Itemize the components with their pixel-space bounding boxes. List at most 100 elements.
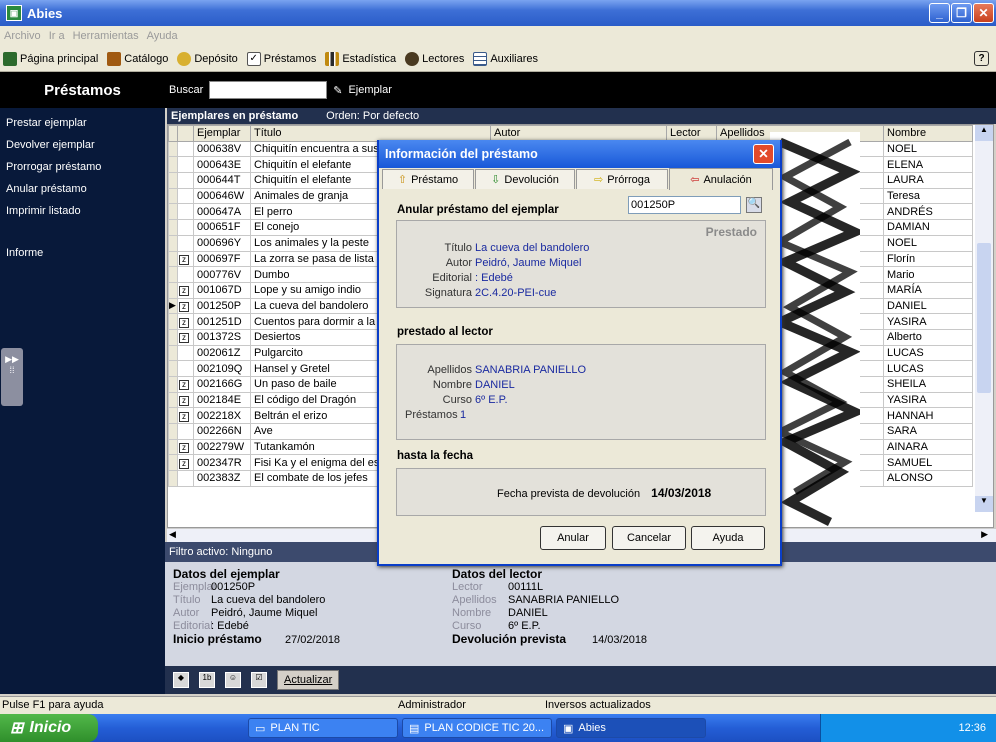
ejemplar-code-input[interactable] [628,196,741,214]
grid-order[interactable]: Orden: Por defecto [326,110,419,122]
cell-nombre: LUCAS [883,344,973,362]
row-indicator [168,438,178,456]
sidebar-item-informe[interactable]: Informe [0,242,165,264]
status-bar: Pulse F1 para ayuda Administrador Invers… [0,696,996,714]
close-button[interactable]: ✕ [973,3,994,23]
restore-button[interactable]: ❐ [951,3,972,23]
tab-prorroga[interactable]: ⇨ Prórroga [576,169,668,189]
tab-prestamo[interactable]: ⇧ Préstamo [382,169,474,189]
cell-nombre: Teresa [883,187,973,205]
reader-icon[interactable]: ☺ [225,672,241,688]
lookup-icon[interactable]: 🔍 [746,197,762,213]
cell-ejemplar: 001372S [193,328,251,346]
sidebar-grip-handle[interactable]: ▶▶ ⁞⁞ [1,348,23,406]
label-autor: Autor [445,257,472,269]
toolbar-catalogo[interactable]: Catálogo [107,51,168,66]
grid-title: Ejemplares en préstamo [171,110,299,122]
redacted-scribble-area [768,132,867,527]
task-plan-codice[interactable]: ▤ PLAN CODICE TIC 20... [402,718,552,738]
cell-ejemplar: 002383Z [193,470,251,487]
sidebar-item-prestar[interactable]: Prestar ejemplar [0,112,165,134]
value-editorial: : Edebé [211,620,249,632]
cell-ejemplar: 002266N [193,423,251,440]
search-field-label[interactable]: Ejemplar [348,84,391,96]
calendar-icon[interactable]: 1b [199,672,215,688]
col-ejemplar[interactable]: Ejemplar [193,125,251,142]
toolbar-estadistica[interactable]: Estadística [325,51,396,66]
scroll-up-icon[interactable]: ▲ [975,125,993,141]
cell-nombre: SARA [883,423,973,440]
eraser-icon[interactable]: ✎ [333,84,342,97]
cell-nombre: SAMUEL [883,454,973,472]
label-prestamos: Préstamos [405,409,458,421]
row-indicator [168,407,178,425]
tab-devolucion[interactable]: ⇩ Devolución [475,169,575,189]
reader-info-fields: Apellidos SANABRIA PANIELLO Nombre DANIEL … [405,363,586,423]
cancelar-button[interactable]: Cancelar [612,526,686,550]
cell-nombre: NOEL [883,140,973,158]
row-check-icon [177,266,194,283]
cell-ejemplar: 000638V [193,140,251,158]
row-check-icon: z [177,454,194,472]
scroll-down-icon[interactable]: ▼ [975,496,993,512]
help-icon[interactable]: ? [974,51,989,66]
menu-ir-a[interactable]: Ir a [49,30,65,42]
menu-ayuda[interactable]: Ayuda [147,30,178,42]
toolbar-auxiliares[interactable]: Auxiliares [473,51,538,66]
row-check-icon [177,234,194,252]
cell-nombre: MARÍA [883,281,973,299]
row-check-icon [177,203,194,221]
minimize-button[interactable]: _ [929,3,950,23]
menu-archivo[interactable]: Archivo [4,30,41,42]
cell-ejemplar: 000697F [193,250,251,268]
row-indicator [168,187,178,205]
sidebar-item-devolver[interactable]: Devolver ejemplar [0,134,165,156]
dialog-close-button[interactable]: ✕ [753,144,774,164]
row-check-icon [177,470,194,487]
tab-anulacion[interactable]: ⇦ Anulación [669,168,773,190]
task-abies[interactable]: ▣ Abies [556,718,706,738]
toolbar-pagina-principal[interactable]: Página principal [3,51,98,66]
scroll-thumb[interactable] [977,243,991,393]
report-icon[interactable]: ☑ [251,672,267,688]
cell-ejemplar: 002279W [193,438,251,456]
house-icon [3,51,17,66]
grid-vertical-scrollbar[interactable]: ▲ ▼ [975,125,993,512]
row-indicator [168,454,178,472]
refresh-button[interactable]: Actualizar [277,670,340,690]
toolbar-deposito[interactable]: Depósito [177,51,238,66]
ejemplar-details: Datos del ejemplar Ejemplar001250P Títul… [173,568,340,647]
col-lector[interactable]: Lector [666,125,717,142]
value-autor: Peidró, Jaume Miquel [211,607,318,619]
row-check-icon: z [177,438,194,456]
sidebar-item-anular[interactable]: Anular préstamo [0,178,165,200]
row-check-icon: z [177,328,194,346]
toolbar-lectores[interactable]: Lectores [405,51,464,66]
scroll-left-icon[interactable]: ◀ [169,529,176,540]
value-inicio: 27/02/2018 [285,634,341,646]
folder-icon [177,51,192,66]
ayuda-button[interactable]: Ayuda [691,526,765,550]
start-label: Inicio [29,719,72,736]
col-titulo[interactable]: Título [250,125,491,142]
scroll-right-icon[interactable]: ▶ [981,529,988,540]
sidebar-item-imprimir[interactable]: Imprimir listado [0,200,165,222]
clock[interactable]: 12:36 [958,722,986,734]
anular-button[interactable]: Anular [540,526,606,550]
label-apellidos: Apellidos [427,364,472,376]
label-curso: Curso [442,394,472,406]
row-indicator [168,328,178,346]
sidebar-item-prorrogar[interactable]: Prorrogar préstamo [0,156,165,178]
eraser-tool-icon[interactable]: ◆ [173,672,189,688]
cell-nombre: LAURA [883,172,973,189]
dialog-title: Información del préstamo [385,147,538,161]
label-devolucion: Devolución prevista [452,632,567,646]
menu-herramientas[interactable]: Herramientas [73,30,139,42]
search-input[interactable] [209,81,328,99]
start-button[interactable]: ⊞ Inicio [0,714,98,742]
toolbar-prestamos[interactable]: ✓ Préstamos [246,51,316,66]
col-autor[interactable]: Autor [490,125,667,142]
col-nombre[interactable]: Nombre [883,125,973,142]
task-plan-tic[interactable]: ▭ PLAN TIC [248,718,398,738]
cell-ejemplar: 002166G [193,376,251,393]
